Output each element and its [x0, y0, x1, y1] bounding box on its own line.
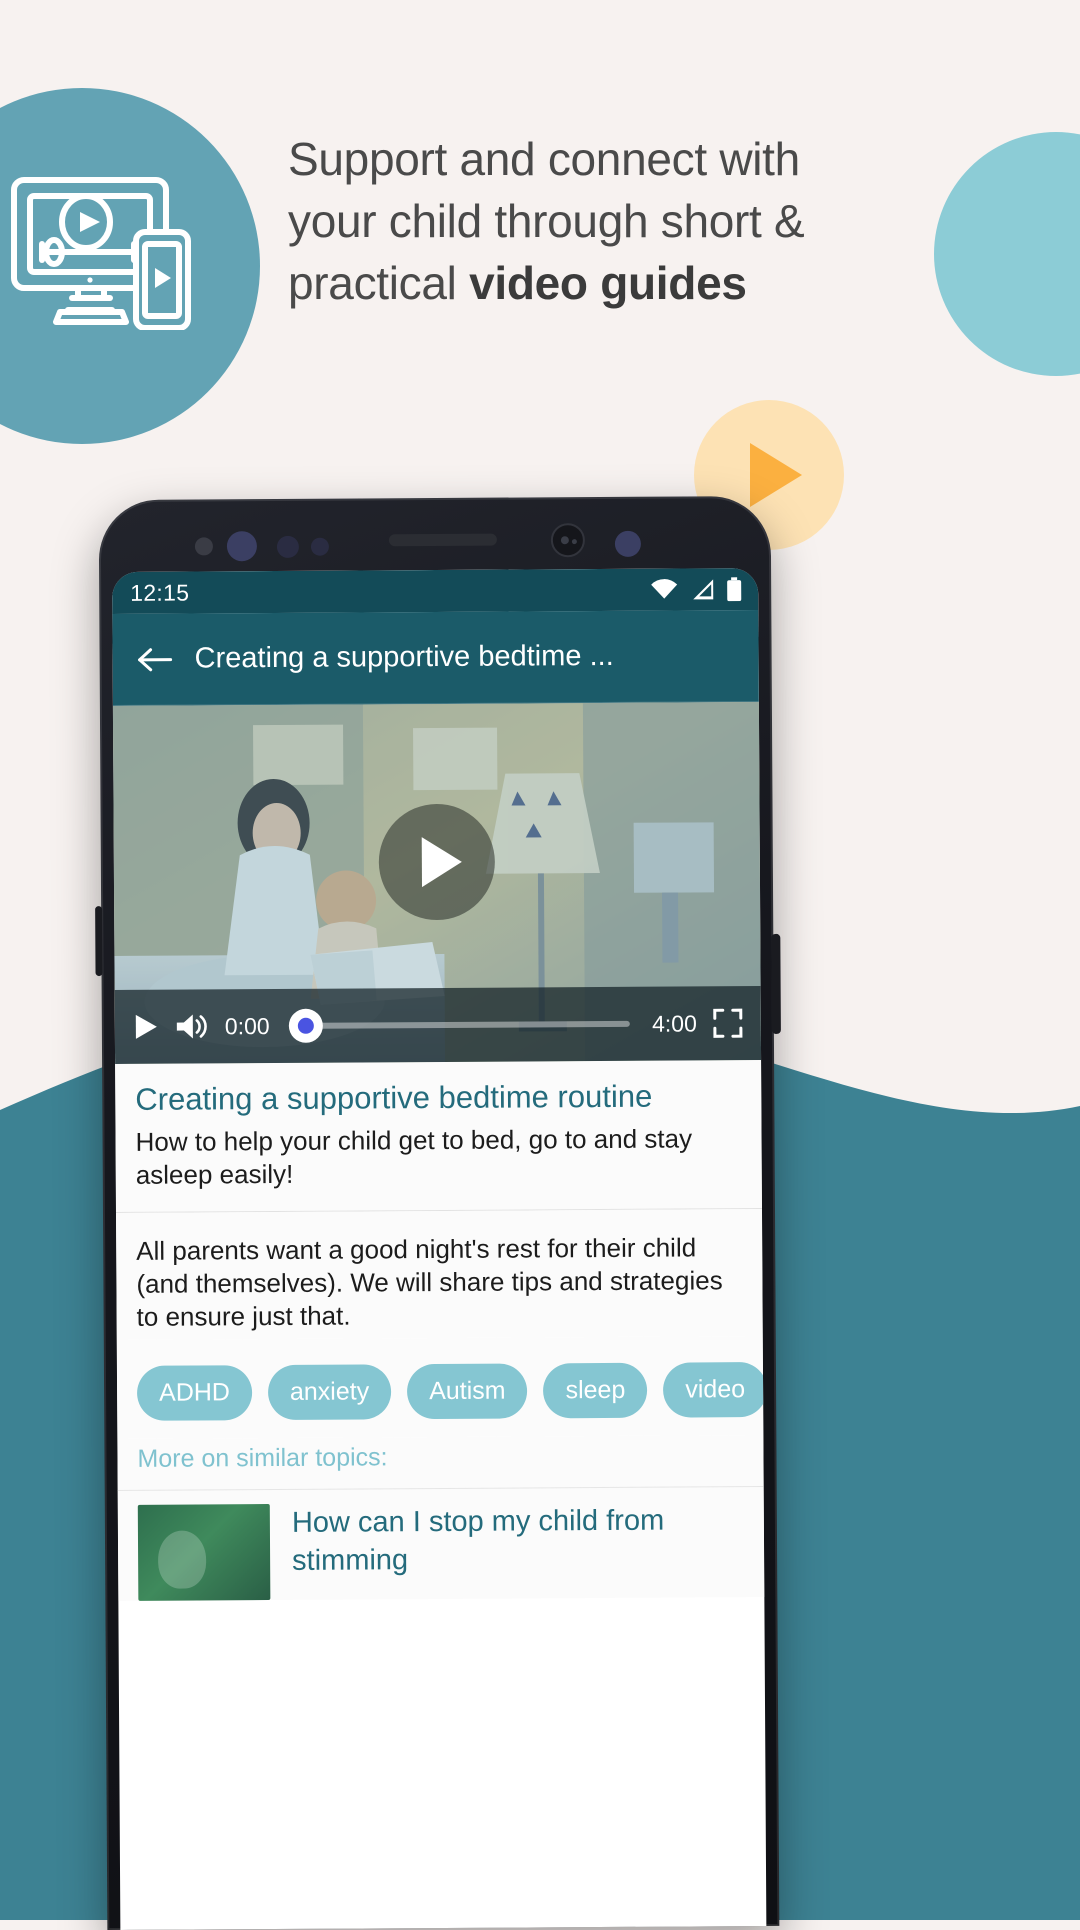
phone-mockup: 12:15 Creating a suppor — [99, 496, 780, 1930]
related-thumbnail — [138, 1504, 271, 1601]
sensor-dot-3 — [311, 538, 329, 556]
promo-headline: Support and connect with your child thro… — [288, 128, 808, 314]
battery-icon — [726, 577, 742, 601]
wifi-icon — [650, 579, 678, 601]
app-bar-title: Creating a supportive bedtime ... — [195, 640, 614, 676]
article-title: Creating a supportive bedtime routine — [135, 1078, 741, 1118]
play-triangle-glyph — [422, 836, 462, 886]
sensor-dot-4 — [615, 531, 641, 557]
fullscreen-icon[interactable] — [713, 1008, 743, 1038]
sensor-dot-2 — [277, 536, 299, 558]
headline-bold: video guides — [469, 257, 747, 309]
phone-screen: 12:15 Creating a suppor — [112, 568, 766, 1930]
related-item[interactable]: How can I stop my child from stimming — [118, 1486, 765, 1601]
signal-icon — [689, 578, 715, 600]
article-body: All parents want a good night's rest for… — [116, 1209, 763, 1340]
status-icons — [650, 577, 742, 602]
video-duration: 4:00 — [652, 1010, 697, 1037]
video-progress-knob[interactable] — [289, 1009, 323, 1043]
status-time: 12:15 — [130, 579, 189, 606]
tag-chip[interactable]: sleep — [543, 1363, 647, 1419]
play-icon[interactable] — [133, 1013, 159, 1041]
decorative-circle-right — [934, 132, 1080, 376]
tag-chip[interactable]: ADHD — [137, 1365, 252, 1421]
app-bar: Creating a supportive bedtime ... — [112, 610, 759, 706]
phone-volume-button — [95, 906, 102, 976]
phone-power-button — [771, 934, 781, 1034]
knob-inner-dot — [298, 1018, 314, 1034]
video-player[interactable]: 0:00 4:00 — [113, 702, 761, 1064]
phone-earpiece — [389, 534, 497, 547]
article-header: Creating a supportive bedtime routine Ho… — [115, 1060, 762, 1213]
related-title[interactable]: How can I stop my child from stimming — [292, 1501, 744, 1580]
tag-chip[interactable]: Autism — [407, 1363, 528, 1419]
play-circle-icon[interactable] — [378, 803, 495, 920]
back-arrow-icon[interactable] — [135, 644, 175, 674]
tag-chip[interactable]: anxiety — [268, 1364, 392, 1420]
article-subtitle: How to help your child get to bed, go to… — [135, 1122, 741, 1192]
phone-front-camera — [551, 523, 585, 557]
video-progress-slider[interactable] — [292, 1021, 630, 1029]
sensor-dot — [195, 537, 213, 555]
video-devices-icon — [8, 170, 208, 330]
tag-list: ADHD anxiety Autism sleep video — [117, 1336, 764, 1439]
tag-chip[interactable]: video — [663, 1362, 766, 1418]
more-topics-label[interactable]: More on similar topics: — [117, 1435, 763, 1490]
front-camera-dot — [227, 531, 257, 561]
status-bar: 12:15 — [112, 568, 758, 614]
phone-sensor-row — [99, 520, 771, 568]
play-triangle-icon — [750, 443, 802, 507]
volume-icon[interactable] — [175, 1011, 209, 1041]
video-current-time: 0:00 — [225, 1013, 270, 1040]
video-controls: 0:00 4:00 — [115, 986, 761, 1064]
